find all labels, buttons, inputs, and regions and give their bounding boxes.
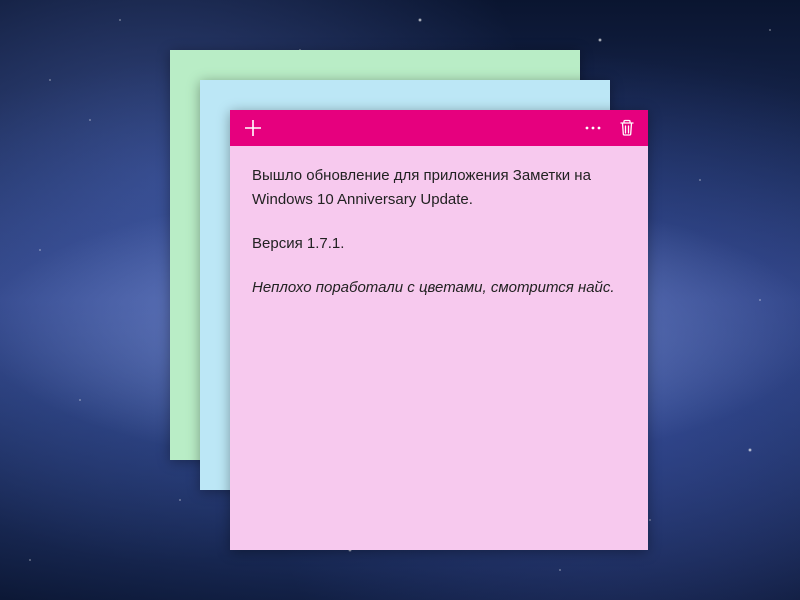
more-button[interactable]: [576, 110, 610, 146]
ellipsis-icon: [584, 119, 602, 137]
note-text-line-2: Версия 1.7.1.: [252, 232, 626, 256]
note-body[interactable]: Вышло обновление для приложения Заметки …: [230, 146, 648, 338]
add-note-button[interactable]: [236, 110, 270, 146]
note-text-line-3: Неплохо поработали с цветами, смотрится …: [252, 276, 626, 300]
delete-button[interactable]: [610, 110, 644, 146]
trash-icon: [619, 119, 635, 137]
plus-icon: [244, 119, 262, 137]
note-text-line-1: Вышло обновление для приложения Заметки …: [252, 164, 626, 212]
note-titlebar[interactable]: [230, 110, 648, 146]
sticky-note-active[interactable]: Вышло обновление для приложения Заметки …: [230, 110, 648, 550]
